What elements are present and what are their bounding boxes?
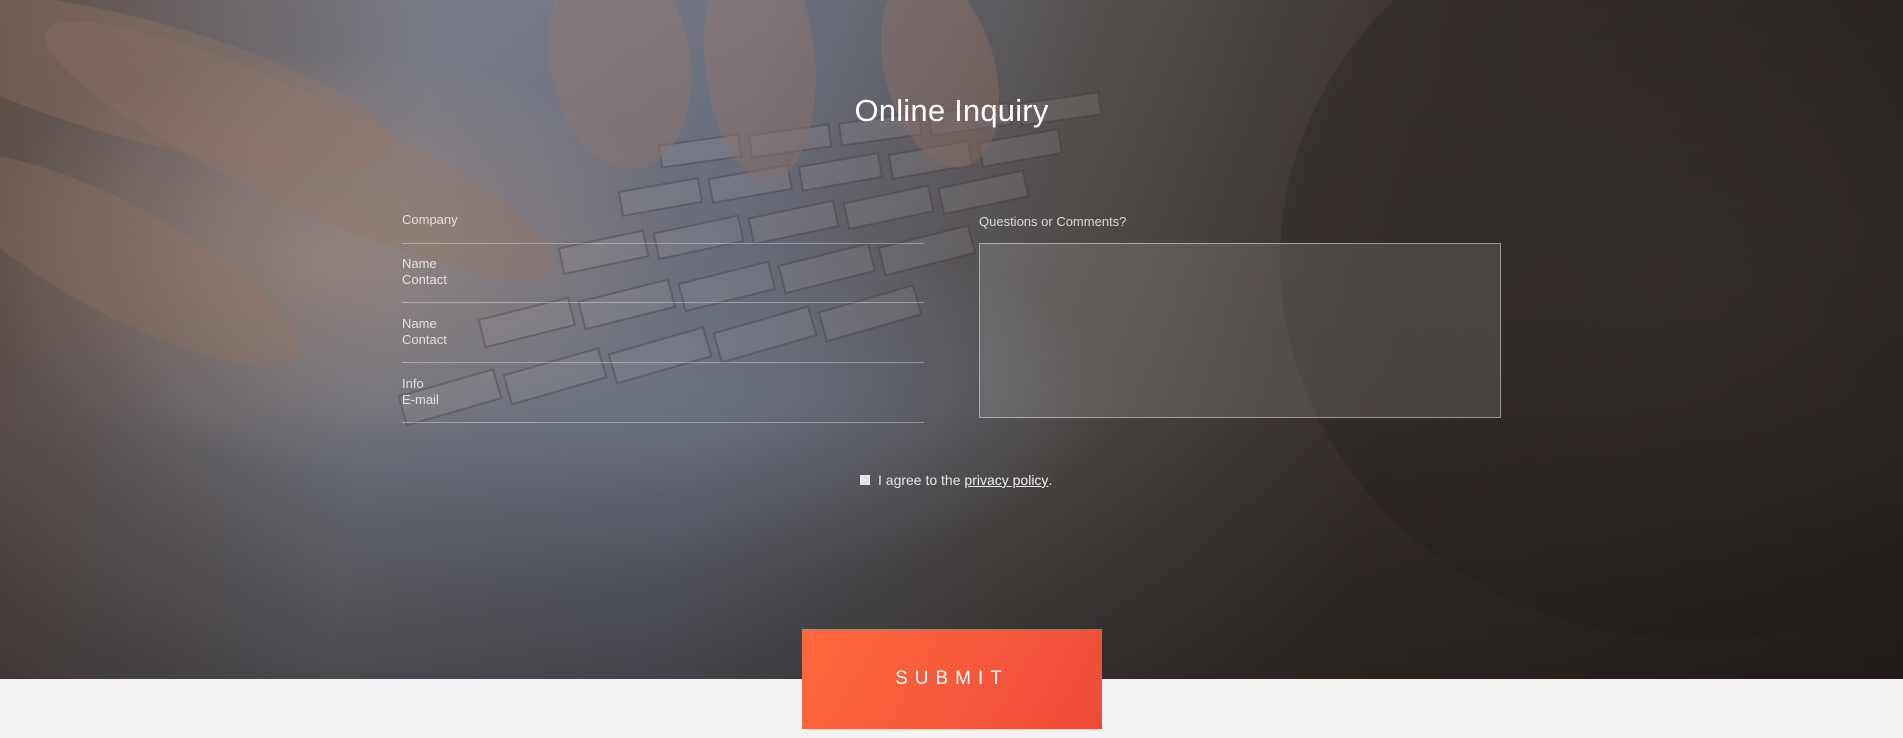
privacy-policy-link[interactable]: privacy policy xyxy=(964,472,1048,488)
contact-name-field-2[interactable]: Name Contact xyxy=(402,316,924,363)
email-placeholder-line2: E-mail xyxy=(402,392,439,407)
email-field[interactable]: Info E-mail xyxy=(402,376,924,423)
contact-name-2-placeholder-line1: Name xyxy=(402,316,437,331)
contact-name-field[interactable]: Name Contact xyxy=(402,256,924,303)
comments-label: Questions or Comments? xyxy=(979,214,1127,229)
contact-name-2-placeholder-line2: Contact xyxy=(402,332,447,347)
form-title: Online Inquiry xyxy=(854,92,1049,128)
privacy-agreement: I agree to the privacy policy. xyxy=(860,472,1052,488)
contact-name-placeholder-line1: Name xyxy=(402,256,437,271)
submit-button[interactable]: SUBMIT xyxy=(802,629,1102,729)
agree-suffix-text: . xyxy=(1048,472,1053,488)
email-placeholder-line1: Info xyxy=(402,376,424,391)
contact-name-placeholder-line2: Contact xyxy=(402,272,447,287)
company-field[interactable]: Company xyxy=(402,212,924,244)
agree-prefix-text: I agree to the xyxy=(878,472,961,488)
inquiry-page: Online Inquiry Company Name Contact Name… xyxy=(0,0,1903,738)
privacy-checkbox[interactable] xyxy=(860,475,870,485)
company-placeholder: Company xyxy=(402,212,458,227)
comments-textarea[interactable] xyxy=(979,243,1501,418)
